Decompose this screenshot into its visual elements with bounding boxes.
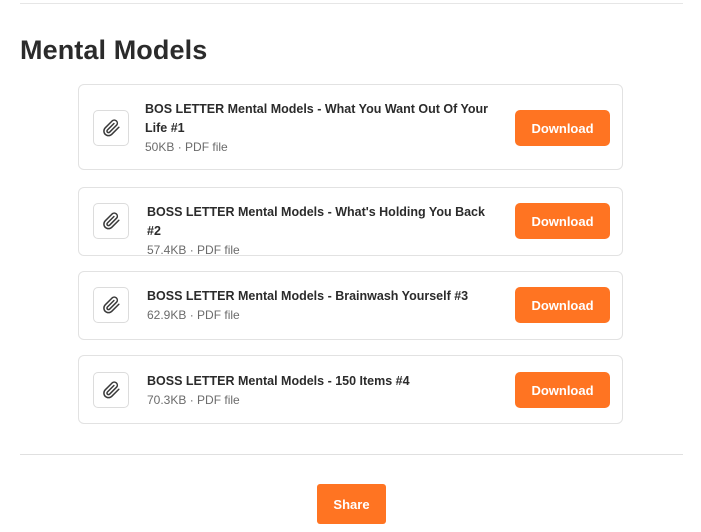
download-button[interactable]: Download bbox=[515, 372, 610, 408]
file-item: BOS LETTER Mental Models - What You Want… bbox=[78, 84, 623, 170]
top-divider bbox=[20, 3, 683, 4]
file-item: BOSS LETTER Mental Models - 150 Items #4… bbox=[78, 355, 623, 424]
paperclip-icon bbox=[101, 380, 121, 400]
file-name: BOS LETTER Mental Models - What You Want… bbox=[145, 102, 489, 135]
file-meta: 70.3KB · PDF file bbox=[147, 393, 240, 407]
file-icon-box bbox=[93, 110, 129, 146]
file-item: BOSS LETTER Mental Models - Brainwash Yo… bbox=[78, 271, 623, 340]
file-text: BOSS LETTER Mental Models - Brainwash Yo… bbox=[147, 287, 492, 325]
file-icon-box bbox=[93, 372, 129, 408]
file-icon-box bbox=[93, 203, 129, 239]
bottom-divider bbox=[20, 454, 683, 455]
share-button[interactable]: Share bbox=[317, 484, 386, 524]
download-button[interactable]: Download bbox=[515, 203, 610, 239]
download-button[interactable]: Download bbox=[515, 110, 610, 146]
file-text: BOS LETTER Mental Models - What You Want… bbox=[145, 100, 490, 157]
file-item: BOSS LETTER Mental Models - What's Holdi… bbox=[78, 187, 623, 257]
file-name: BOSS LETTER Mental Models - What's Holdi… bbox=[147, 205, 485, 238]
file-text: BOSS LETTER Mental Models - 150 Items #4… bbox=[147, 372, 492, 410]
section-title: Mental Models bbox=[20, 35, 208, 65]
file-name: BOSS LETTER Mental Models - 150 Items #4 bbox=[147, 374, 410, 388]
file-name: BOSS LETTER Mental Models - Brainwash Yo… bbox=[147, 289, 469, 303]
file-meta: 50KB · PDF file bbox=[145, 140, 228, 154]
file-meta: 62.9KB · PDF file bbox=[147, 308, 240, 322]
file-meta: 57.4KB · PDF file bbox=[147, 243, 240, 257]
paperclip-icon bbox=[101, 295, 121, 315]
file-icon-box bbox=[93, 287, 129, 323]
download-button[interactable]: Download bbox=[515, 287, 610, 323]
paperclip-icon bbox=[101, 211, 121, 231]
file-text: BOSS LETTER Mental Models - What's Holdi… bbox=[147, 203, 492, 260]
paperclip-icon bbox=[101, 118, 121, 138]
